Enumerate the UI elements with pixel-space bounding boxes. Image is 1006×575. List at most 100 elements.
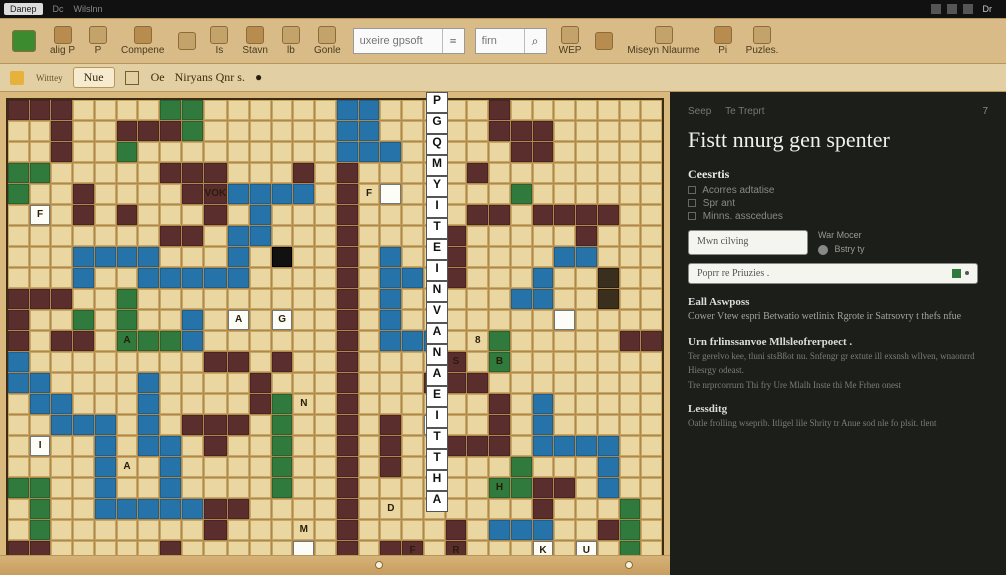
grid-cell[interactable] <box>204 163 228 183</box>
letter-cell[interactable]: H <box>426 470 448 491</box>
grid-cell[interactable] <box>228 352 249 372</box>
grid-cell[interactable] <box>554 100 575 120</box>
grid-cell[interactable] <box>359 121 380 141</box>
grid-cell[interactable] <box>272 121 293 141</box>
grid-cell[interactable] <box>511 310 532 330</box>
grid-cell[interactable] <box>293 373 314 393</box>
grid-cell[interactable] <box>8 415 29 435</box>
grid-cell[interactable] <box>8 310 29 330</box>
grid-cell[interactable] <box>160 436 181 456</box>
grid-cell[interactable] <box>250 100 271 120</box>
grid-cell[interactable] <box>272 394 293 414</box>
grid-cell[interactable] <box>73 310 94 330</box>
grid-cell[interactable] <box>511 142 532 162</box>
grid-cell[interactable] <box>51 142 72 162</box>
grid-cell[interactable] <box>620 205 641 225</box>
grid-cell[interactable] <box>533 457 554 477</box>
grid-cell[interactable] <box>446 499 467 519</box>
search-equals-icon[interactable]: ≡ <box>442 29 464 53</box>
grid-cell[interactable] <box>51 331 72 351</box>
grid-cell[interactable] <box>511 331 532 351</box>
grid-cell[interactable] <box>467 436 488 456</box>
grid-cell[interactable] <box>641 520 662 540</box>
grid-cell[interactable] <box>467 499 488 519</box>
grid-cell[interactable] <box>228 184 249 204</box>
grid-cell[interactable] <box>489 310 510 330</box>
grid-cell[interactable] <box>95 247 116 267</box>
letter-cell[interactable]: P <box>426 92 448 113</box>
grid-cell[interactable] <box>533 268 554 288</box>
grid-cell[interactable] <box>446 478 467 498</box>
grid-cell[interactable]: N <box>293 394 314 414</box>
grid-cell[interactable] <box>182 205 203 225</box>
grid-cell[interactable] <box>51 352 72 372</box>
grid-cell[interactable] <box>337 247 358 267</box>
grid-cell[interactable] <box>641 121 662 141</box>
grid-cell[interactable] <box>576 121 597 141</box>
grid-cell[interactable] <box>272 520 293 540</box>
grid-cell[interactable] <box>511 163 532 183</box>
grid-cell[interactable] <box>272 331 293 351</box>
grid-cell[interactable] <box>272 352 293 372</box>
grid-cell[interactable] <box>138 415 159 435</box>
grid-cell[interactable] <box>315 289 336 309</box>
grid-cell[interactable] <box>30 331 51 351</box>
grid-cell[interactable] <box>182 352 203 372</box>
grid-cell[interactable] <box>337 373 358 393</box>
grid-cell[interactable] <box>446 226 467 246</box>
grid-cell[interactable] <box>182 289 203 309</box>
grid-cell[interactable] <box>446 205 467 225</box>
grid-cell[interactable] <box>204 478 228 498</box>
grid-cell[interactable] <box>204 499 228 519</box>
grid-cell[interactable] <box>359 100 380 120</box>
ribbon-btn-gonle[interactable]: Gonle <box>308 24 347 58</box>
grid-cell[interactable] <box>533 436 554 456</box>
grid-cell[interactable] <box>138 457 159 477</box>
ribbon-btn-2[interactable]: P <box>83 24 113 58</box>
grid-cell[interactable] <box>533 478 554 498</box>
grid-cell[interactable] <box>337 394 358 414</box>
grid-cell[interactable] <box>598 478 619 498</box>
grid-cell[interactable] <box>204 457 228 477</box>
grid-cell[interactable] <box>73 478 94 498</box>
grid-cell[interactable] <box>51 163 72 183</box>
ribbon-btn-compose[interactable]: Compene <box>115 24 170 58</box>
grid-cell[interactable] <box>95 331 116 351</box>
grid-cell[interactable] <box>533 520 554 540</box>
grid-cell[interactable] <box>8 499 29 519</box>
grid-cell[interactable] <box>30 499 51 519</box>
grid-cell[interactable] <box>228 373 249 393</box>
grid-cell[interactable] <box>598 436 619 456</box>
grid-cell[interactable] <box>117 247 138 267</box>
grid-cell[interactable] <box>272 226 293 246</box>
grid-cell[interactable] <box>204 310 228 330</box>
grid-cell[interactable] <box>576 205 597 225</box>
grid-cell[interactable] <box>182 478 203 498</box>
grid-cell[interactable] <box>467 478 488 498</box>
grid-cell[interactable] <box>160 121 181 141</box>
grid-cell[interactable] <box>51 121 72 141</box>
grid-cell[interactable] <box>511 415 532 435</box>
grid-cell[interactable] <box>204 436 228 456</box>
grid-cell[interactable] <box>641 310 662 330</box>
grid-cell[interactable] <box>315 457 336 477</box>
grid-cell[interactable] <box>73 331 94 351</box>
grid-cell[interactable] <box>73 436 94 456</box>
grid-cell[interactable] <box>620 100 641 120</box>
grid-cell[interactable] <box>204 352 228 372</box>
grid-cell[interactable] <box>467 142 488 162</box>
grid-cell[interactable] <box>576 163 597 183</box>
grid-cell[interactable] <box>250 373 271 393</box>
grid-cell[interactable] <box>576 268 597 288</box>
grid-cell[interactable] <box>160 310 181 330</box>
grid-cell[interactable] <box>467 415 488 435</box>
grid-cell[interactable] <box>446 121 467 141</box>
grid-cell[interactable] <box>467 121 488 141</box>
grid-cell[interactable] <box>511 184 532 204</box>
grid-cell[interactable] <box>117 163 138 183</box>
grid-cell[interactable] <box>315 247 336 267</box>
grid-cell[interactable] <box>489 436 510 456</box>
grid-cell[interactable] <box>554 142 575 162</box>
grid-cell[interactable] <box>359 499 380 519</box>
grid-cell[interactable] <box>554 247 575 267</box>
